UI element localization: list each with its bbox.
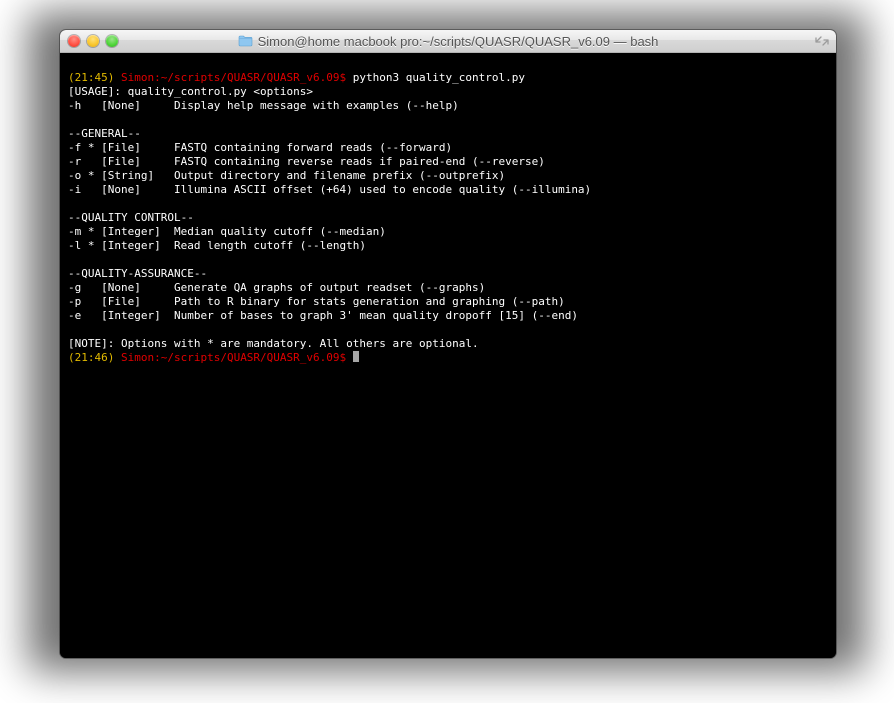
output-line: -p [File] Path to R binary for stats gen…: [68, 295, 565, 308]
prompt-time: (21:46): [68, 351, 114, 364]
output-line: -e [Integer] Number of bases to graph 3'…: [68, 309, 578, 322]
window-title: Simon@home macbook pro:~/scripts/QUASR/Q…: [258, 34, 659, 49]
command-text: python3 quality_control.py: [346, 71, 525, 84]
title-center: Simon@home macbook pro:~/scripts/QUASR/Q…: [60, 34, 836, 49]
output-line: -h [None] Display help message with exam…: [68, 99, 459, 112]
zoom-icon[interactable]: [106, 35, 118, 47]
fullscreen-icon[interactable]: [814, 33, 830, 49]
prompt-time: (21:45): [68, 71, 114, 84]
prompt-path: Simon:~/scripts/QUASR/QUASR_v6.09$: [114, 71, 346, 84]
close-icon[interactable]: [68, 35, 80, 47]
output-line: [USAGE]: quality_control.py <options>: [68, 85, 313, 98]
output-line: -m * [Integer] Median quality cutoff (--…: [68, 225, 386, 238]
output-line: -g [None] Generate QA graphs of output r…: [68, 281, 485, 294]
output-line: --QUALITY CONTROL--: [68, 211, 194, 224]
prompt-line: (21:45) Simon:~/scripts/QUASR/QUASR_v6.0…: [68, 71, 525, 84]
output-line: --GENERAL--: [68, 127, 141, 140]
output-line: -l * [Integer] Read length cutoff (--len…: [68, 239, 366, 252]
output-line: -o * [String] Output directory and filen…: [68, 169, 505, 182]
output-line: -i [None] Illumina ASCII offset (+64) us…: [68, 183, 591, 196]
minimize-icon[interactable]: [87, 35, 99, 47]
terminal-window: Simon@home macbook pro:~/scripts/QUASR/Q…: [60, 30, 836, 658]
prompt-path: Simon:~/scripts/QUASR/QUASR_v6.09$: [114, 351, 346, 364]
terminal-body[interactable]: (21:45) Simon:~/scripts/QUASR/QUASR_v6.0…: [60, 53, 836, 658]
traffic-lights: [60, 35, 118, 47]
cursor-icon: [353, 351, 359, 362]
prompt-line: (21:46) Simon:~/scripts/QUASR/QUASR_v6.0…: [68, 351, 359, 364]
titlebar[interactable]: Simon@home macbook pro:~/scripts/QUASR/Q…: [60, 30, 836, 53]
prompt-space: [346, 351, 353, 364]
output-line: --QUALITY-ASSURANCE--: [68, 267, 207, 280]
output-line: -r [File] FASTQ containing reverse reads…: [68, 155, 545, 168]
output-line: [NOTE]: Options with * are mandatory. Al…: [68, 337, 479, 350]
folder-icon: [238, 35, 253, 47]
output-line: -f * [File] FASTQ containing forward rea…: [68, 141, 452, 154]
